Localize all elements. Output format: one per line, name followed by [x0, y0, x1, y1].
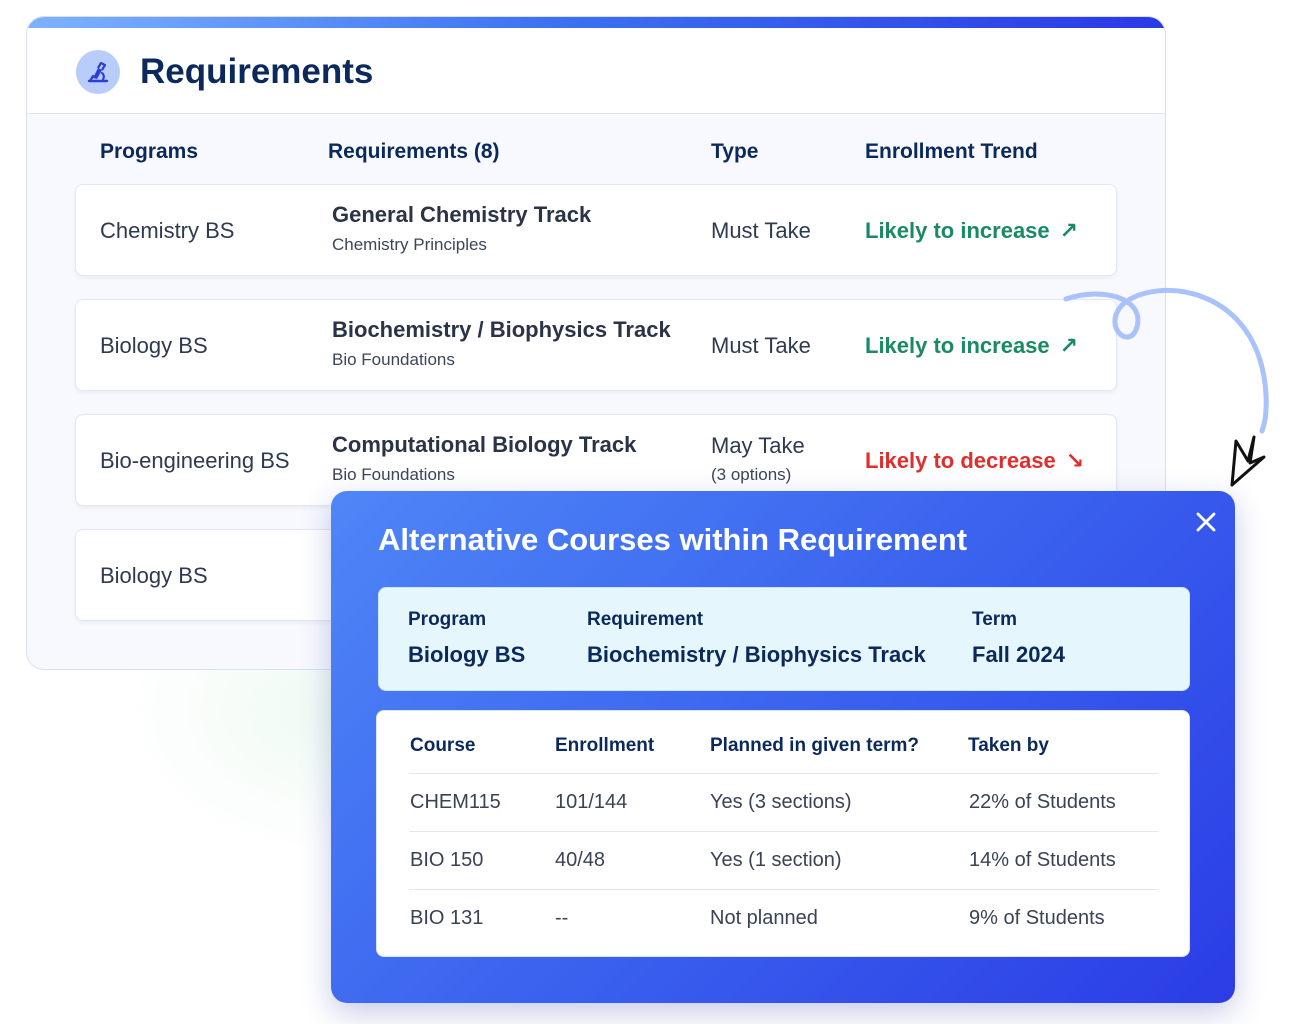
table-header-taken-by: Taken by [968, 735, 1049, 756]
term-label: Term [972, 609, 1018, 630]
arrow-up-right-icon: ↗ [1059, 218, 1079, 243]
panel-title: Alternative Courses within Requirement [378, 522, 968, 557]
requirement-info: Program Biology BS Requirement Biochemis… [378, 587, 1190, 691]
table-divider [409, 773, 1158, 774]
row-trend: Likely to increase ↗ [865, 333, 1078, 359]
requirement-row[interactable]: Chemistry BS General Chemistry Track Che… [75, 184, 1117, 276]
table-cell-taken-by: 9% of Students [969, 907, 1105, 929]
row-program: Bio-engineering BS [100, 448, 290, 473]
requirement-row[interactable]: Biology BS Biochemistry / Biophysics Tra… [75, 299, 1117, 391]
trend-label: Likely to decrease [865, 448, 1056, 473]
row-requirement: General Chemistry Track [332, 202, 592, 227]
table-header-planned: Planned in given term? [710, 735, 920, 756]
table-cell-enrollment: 101/144 [555, 791, 628, 813]
table-cell-planned: Yes (1 section) [710, 849, 842, 871]
table-divider [409, 831, 1158, 832]
row-requirement-sub: Chemistry Principles [332, 235, 487, 254]
term-value: Fall 2024 [972, 642, 1065, 667]
requirements-header: Requirements [27, 28, 1165, 114]
table-cell-enrollment: -- [555, 907, 569, 929]
table-cell-course: BIO 131 [410, 907, 484, 929]
row-requirement: Computational Biology Track [332, 432, 637, 457]
trend-label: Likely to increase [865, 218, 1050, 243]
close-icon [1196, 512, 1216, 532]
row-requirement-sub: Bio Foundations [332, 350, 455, 369]
row-type: May Take [711, 433, 805, 458]
column-header-trend: Enrollment Trend [865, 140, 1038, 163]
program-label: Program [408, 609, 487, 630]
row-requirement-sub: Bio Foundations [332, 465, 455, 484]
table-header-course: Course [410, 735, 476, 756]
table-cell-planned: Yes (3 sections) [710, 791, 852, 813]
row-program: Chemistry BS [100, 218, 235, 243]
row-program: Biology BS [100, 563, 208, 588]
row-type: Must Take [711, 218, 811, 243]
alternative-courses-panel: Alternative Courses within Requirement P… [331, 491, 1235, 1003]
column-header-type: Type [711, 140, 759, 163]
table-cell-taken-by: 14% of Students [969, 849, 1116, 871]
curly-arrow-decoration [1063, 287, 1269, 487]
row-program: Biology BS [100, 333, 208, 358]
program-value: Biology BS [408, 642, 526, 667]
page-title: Requirements [140, 52, 374, 91]
table-cell-course: CHEM115 [410, 791, 501, 813]
row-trend: Likely to increase ↗ [865, 218, 1078, 244]
requirement-label: Requirement [587, 609, 704, 630]
row-type: Must Take [711, 333, 811, 358]
requirement-value: Biochemistry / Biophysics Track [587, 642, 926, 667]
row-type-sub: (3 options) [711, 465, 792, 484]
table-cell-planned: Not planned [710, 907, 818, 929]
row-requirement: Biochemistry / Biophysics Track [332, 317, 671, 342]
row-trend: Likely to decrease ↘ [865, 448, 1084, 474]
table-cell-course: BIO 150 [410, 849, 484, 871]
courses-table: Course Enrollment Planned in given term?… [376, 710, 1190, 957]
microscope-icon [76, 50, 120, 94]
column-header-requirements: Requirements (8) [328, 140, 500, 163]
trend-label: Likely to increase [865, 333, 1050, 358]
table-divider [409, 889, 1158, 890]
table-cell-enrollment: 40/48 [555, 849, 606, 871]
card-accent-bar [27, 17, 1165, 28]
column-header-programs: Programs [100, 140, 199, 163]
table-header-enrollment: Enrollment [555, 735, 655, 756]
table-cell-taken-by: 22% of Students [969, 791, 1116, 813]
close-button[interactable] [1191, 507, 1221, 537]
